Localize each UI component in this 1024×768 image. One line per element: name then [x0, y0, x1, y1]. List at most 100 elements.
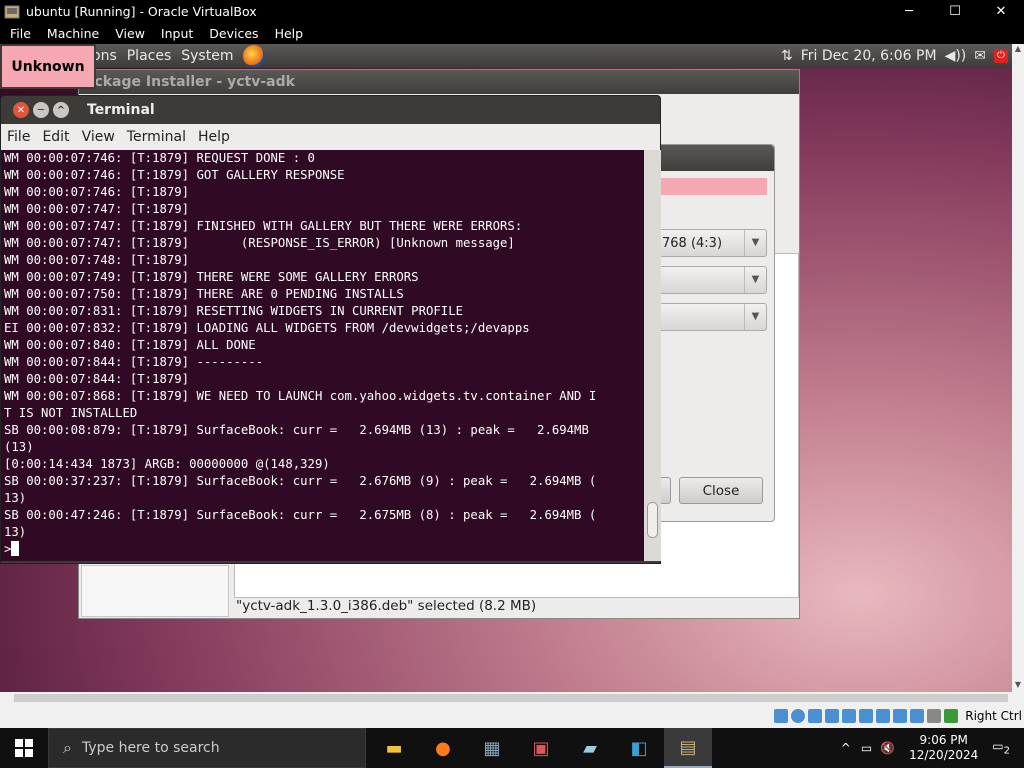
- terminal-menu-help[interactable]: Help: [192, 129, 236, 145]
- virtualbox-status-bar: Right Ctrl: [0, 704, 1024, 728]
- virtualbox-menu-bar: File Machine View Input Devices Help: [0, 23, 1024, 44]
- terminal-scrollbar[interactable]: [644, 150, 661, 561]
- terminal-line: EI 00:00:07:832: [T:1879] LOADING ALL WI…: [4, 321, 530, 335]
- terminal-title: Terminal: [87, 102, 155, 118]
- package-status-text: "yctv-adk_1.3.0_i386.deb" selected (8.2 …: [236, 598, 537, 614]
- virtualbox-app-icon: [4, 5, 20, 18]
- keyboard-icon[interactable]: [944, 709, 959, 723]
- terminal-menu-edit[interactable]: Edit: [36, 129, 75, 145]
- terminal-line: WM 00:00:07:749: [T:1879] THERE WERE SOM…: [4, 270, 419, 284]
- virtualbox-title-bar: ubuntu [Running] - Oracle VirtualBox ─ ☐…: [0, 0, 1024, 23]
- terminal-line: [0:00:14:434 1873] ARGB: 00000000 @(148,…: [4, 457, 330, 471]
- terminal-maximize-icon[interactable]: ^: [53, 102, 69, 118]
- dropdown-arrow-icon: ▼: [744, 304, 766, 330]
- terminal-prompt: >: [4, 542, 12, 556]
- terminal-close-icon[interactable]: ✕: [13, 102, 29, 118]
- usb-icon[interactable]: [842, 709, 857, 723]
- highlight-bar: [659, 178, 767, 195]
- scroll-up-icon[interactable]: ▲: [1012, 44, 1024, 56]
- maximize-button[interactable]: ☐: [932, 0, 978, 23]
- start-button[interactable]: [0, 728, 48, 768]
- search-icon: ⌕: [63, 738, 72, 757]
- show-hidden-icons-icon[interactable]: ^: [841, 741, 851, 755]
- close-dialog-button[interactable]: Close: [679, 477, 763, 504]
- terminal-line: 13): [4, 525, 27, 539]
- minimize-button[interactable]: ─: [886, 0, 932, 23]
- guest-vertical-scrollbar[interactable]: ▲ ▼: [1012, 44, 1024, 692]
- optical-drive-icon[interactable]: [791, 709, 806, 723]
- menu-file[interactable]: File: [0, 26, 37, 41]
- virtualbox-icon[interactable]: ▤: [664, 728, 712, 768]
- terminal-line: WM 00:00:07:750: [T:1879] THERE ARE 0 PE…: [4, 287, 404, 301]
- terminal-line: WM 00:00:07:746: [T:1879] REQUEST DONE :…: [4, 151, 315, 165]
- recording-icon[interactable]: [893, 709, 908, 723]
- installer-icon[interactable]: ▣: [517, 728, 565, 768]
- terminal-output[interactable]: WM 00:00:07:746: [T:1879] REQUEST DONE :…: [1, 150, 644, 561]
- terminal-line: WM 00:00:07:844: [T:1879]: [4, 372, 190, 386]
- firefox-launcher-icon[interactable]: [243, 45, 266, 67]
- terminal-line: WM 00:00:07:747: [T:1879]: [4, 202, 190, 216]
- close-button[interactable]: ✕: [978, 0, 1024, 23]
- shared-folders-icon[interactable]: [859, 709, 874, 723]
- mail-icon[interactable]: ✉: [974, 48, 986, 64]
- panel-menu-system[interactable]: System: [181, 48, 233, 64]
- terminal-menu-file[interactable]: File: [1, 129, 36, 145]
- vm-manager-icon[interactable]: ▦: [468, 728, 516, 768]
- network-adapter-icon[interactable]: [825, 709, 840, 723]
- cpu-icon[interactable]: [910, 709, 925, 723]
- scroll-down-icon[interactable]: ▼: [1012, 680, 1024, 692]
- search-placeholder: Type here to search: [81, 740, 220, 756]
- speaker-muted-icon[interactable]: 🔇: [880, 741, 895, 755]
- terminal-prompt-line[interactable]: >: [4, 541, 644, 558]
- system-tray: ^ ▭ 🔇 9:06 PM 12/20/2024 ▭2: [835, 728, 1024, 768]
- package-installer-titlebar[interactable]: ackage Installer - yctv-adk: [79, 70, 799, 94]
- guest-display[interactable]: ons Places System ⇅ Fri Dec 20, 6:06 PM …: [0, 44, 1012, 692]
- panel-menu-places[interactable]: Places: [127, 48, 172, 64]
- terminal-line: WM 00:00:07:831: [T:1879] RESETTING WIDG…: [4, 304, 464, 318]
- menu-input[interactable]: Input: [151, 26, 199, 41]
- windows-logo-icon: [15, 739, 33, 757]
- terminal-menu-terminal[interactable]: Terminal: [121, 129, 192, 145]
- volume-icon[interactable]: ◀)): [945, 48, 967, 64]
- notification-icon[interactable]: ▭2: [992, 739, 1010, 756]
- notepad-icon[interactable]: ▰: [566, 728, 614, 768]
- guest-horizontal-scrollbar[interactable]: [0, 692, 1024, 704]
- firefox-icon[interactable]: ●: [419, 728, 467, 768]
- terminal-titlebar[interactable]: ✕ ─ ^ Terminal: [1, 96, 660, 124]
- network-icon[interactable]: ⇅: [781, 48, 793, 64]
- file-explorer-icon[interactable]: ▬: [370, 728, 418, 768]
- hard-disk-icon[interactable]: [774, 709, 789, 723]
- terminal-line: WM 00:00:07:748: [T:1879]: [4, 253, 190, 267]
- terminal-line: WM 00:00:07:747: [T:1879] FINISHED WITH …: [4, 219, 523, 233]
- taskbar-search-box[interactable]: ⌕ Type here to search: [48, 728, 366, 768]
- power-icon[interactable]: ⏻: [994, 49, 1008, 63]
- menu-help[interactable]: Help: [265, 26, 310, 41]
- package-installer-title: ackage Installer - yctv-adk: [85, 74, 295, 90]
- dropdown-arrow-icon: ▼: [744, 230, 766, 256]
- terminal-line: 13): [4, 491, 27, 505]
- taskbar-date: 12/20/2024: [909, 748, 979, 762]
- network-tray-icon[interactable]: ▭: [861, 741, 872, 755]
- notification-count: 2: [1003, 745, 1010, 757]
- display-icon[interactable]: [876, 709, 891, 723]
- panel-clock[interactable]: Fri Dec 20, 6:06 PM: [801, 48, 937, 64]
- vscode-icon[interactable]: ◧: [615, 728, 663, 768]
- terminal-minimize-icon[interactable]: ─: [33, 102, 49, 118]
- menu-view[interactable]: View: [105, 26, 151, 41]
- mouse-integration-icon[interactable]: [927, 709, 942, 723]
- option-combo-2[interactable]: ▼: [659, 266, 767, 294]
- terminal-scroll-thumb[interactable]: [647, 502, 658, 538]
- terminal-line: WM 00:00:07:747: [T:1879] (RESPONSE_IS_E…: [4, 236, 515, 250]
- terminal-line: SB 00:00:37:237: [T:1879] SurfaceBook: c…: [4, 474, 597, 488]
- audio-icon[interactable]: [808, 709, 823, 723]
- terminal-line: WM 00:00:07:746: [T:1879] GOT GALLERY RE…: [4, 168, 345, 182]
- option-combo-3[interactable]: ▼: [659, 303, 767, 331]
- menu-machine[interactable]: Machine: [37, 26, 105, 41]
- resolution-combo[interactable]: 768 (4:3) ▼: [659, 229, 767, 257]
- horizontal-scroll-thumb[interactable]: [14, 694, 1008, 702]
- menu-devices[interactable]: Devices: [199, 26, 264, 41]
- dropdown-arrow-icon: ▼: [744, 267, 766, 293]
- terminal-window: ✕ ─ ^ Terminal File Edit View Terminal H…: [0, 95, 661, 564]
- taskbar-clock[interactable]: 9:06 PM 12/20/2024: [909, 733, 978, 763]
- terminal-menu-view[interactable]: View: [76, 129, 121, 145]
